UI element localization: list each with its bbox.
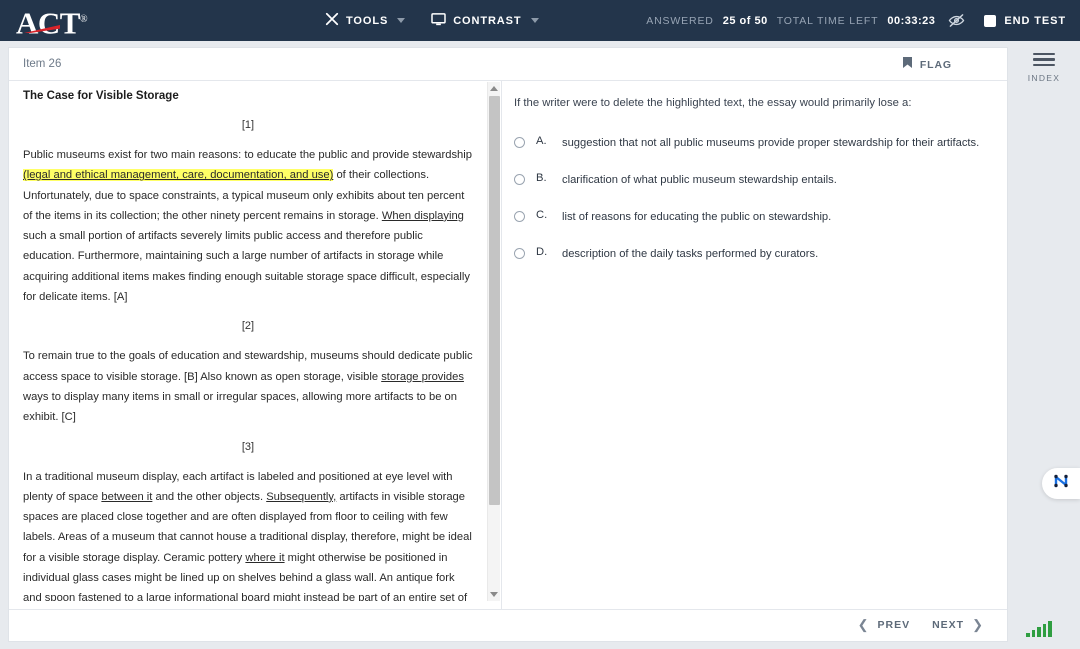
- end-test-label: END TEST: [1004, 14, 1066, 27]
- scrollbar-thumb[interactable]: [488, 96, 500, 505]
- act-test-app: ACT® TOOLS CONTRAST ANSWERED 25 of 50 TO…: [0, 0, 1080, 649]
- network-nodes-icon: [1051, 471, 1071, 496]
- text-run: ways to display many items in small or i…: [23, 390, 458, 424]
- choice-letter: B.: [535, 172, 547, 184]
- choice-text: list of reasons for educating the public…: [561, 211, 832, 223]
- answered-label: ANSWERED: [646, 14, 714, 27]
- eye-slash-icon[interactable]: [948, 13, 965, 28]
- item-bar: Item 26 FLAG: [9, 48, 1007, 81]
- question-pane: If the writer were to delete the highlig…: [502, 81, 1007, 609]
- text-run: such a small portion of artifacts severe…: [23, 230, 470, 304]
- test-content-card: Item 26 FLAG The Case for Visible Storag…: [8, 47, 1008, 642]
- scroll-up-arrow-icon[interactable]: [488, 82, 501, 95]
- underlined-text[interactable]: between it: [101, 491, 152, 503]
- paragraph-text: In a traditional museum display, each ar…: [23, 467, 473, 601]
- passage-body: The Case for Visible Storage [1] Public m…: [9, 81, 487, 601]
- monitor-icon: [431, 12, 446, 29]
- flag-label: FLAG: [919, 59, 952, 71]
- flag-button[interactable]: FLAG: [902, 56, 952, 74]
- radio-button-icon[interactable]: [513, 174, 525, 185]
- paragraph-text: Public museums exist for two main reason…: [23, 145, 473, 307]
- highlighted-text[interactable]: (legal and ethical management, care, doc…: [23, 169, 334, 182]
- chevron-down-icon: [397, 18, 406, 23]
- tools-menu-button[interactable]: TOOLS: [325, 12, 406, 29]
- logo-text: ACT: [16, 5, 80, 41]
- index-label: INDEX: [1027, 73, 1061, 84]
- paragraph-number: [1]: [241, 119, 255, 131]
- hamburger-icon: [1033, 53, 1055, 67]
- wrench-screwdriver-icon: [325, 12, 339, 29]
- network-widget-button[interactable]: [1042, 468, 1080, 499]
- bookmark-icon: [902, 56, 913, 74]
- prev-label: PREV: [877, 619, 911, 631]
- signal-bars-icon[interactable]: [1026, 621, 1052, 637]
- next-button[interactable]: NEXT ❯: [932, 617, 984, 633]
- contrast-menu-button[interactable]: CONTRAST: [431, 12, 539, 29]
- answer-choice[interactable]: A. suggestion that not all public museums…: [513, 135, 989, 151]
- content-panes: The Case for Visible Storage [1] Public m…: [9, 81, 1007, 609]
- paragraph-text: To remain true to the goals of education…: [23, 346, 473, 427]
- item-number-label: Item 26: [23, 58, 62, 70]
- answer-choice[interactable]: B. clarification of what public museum st…: [513, 172, 989, 188]
- choice-text: description of the daily tasks performed…: [561, 248, 819, 260]
- choice-letter: C.: [535, 209, 548, 221]
- radio-button-icon[interactable]: [513, 248, 525, 259]
- text-run: and the other objects.: [152, 490, 267, 503]
- choice-text: clarification of what public museum stew…: [561, 174, 837, 186]
- end-test-button[interactable]: END TEST: [984, 14, 1066, 27]
- answer-choice[interactable]: C. list of reasons for educating the publ…: [513, 209, 989, 225]
- underlined-text[interactable]: When displaying: [382, 210, 464, 222]
- chevron-right-icon: ❯: [972, 617, 984, 632]
- scroll-down-arrow-icon[interactable]: [488, 588, 501, 601]
- passage-scrollbar[interactable]: [486, 82, 501, 601]
- answered-count: 25 of 50: [722, 14, 768, 27]
- logo-registered-mark: ®: [79, 14, 88, 25]
- radio-button-icon[interactable]: [513, 211, 525, 222]
- top-header: ACT® TOOLS CONTRAST ANSWERED 25 of 50 TO…: [0, 0, 1080, 41]
- underlined-text[interactable]: where it: [245, 552, 284, 564]
- stop-square-icon: [984, 14, 997, 27]
- chevron-left-icon: ❮: [857, 617, 870, 632]
- passage-title: The Case for Visible Storage: [23, 90, 179, 102]
- passage-pane: The Case for Visible Storage [1] Public m…: [9, 81, 501, 609]
- passage-paragraphs: [1] Public museums exist for two main rea…: [23, 119, 473, 601]
- paragraph-number: [2]: [241, 320, 255, 333]
- choice-letter: A.: [535, 135, 547, 147]
- tools-label: TOOLS: [346, 14, 389, 27]
- text-run: Public museums exist for two main reason…: [23, 149, 472, 161]
- right-rail: INDEX: [1008, 41, 1080, 649]
- contrast-label: CONTRAST: [453, 14, 522, 27]
- choice-letter: D.: [535, 246, 548, 258]
- choice-text: suggestion that not all public museums p…: [561, 137, 980, 149]
- prev-button[interactable]: ❮ PREV: [858, 617, 911, 633]
- time-left-value: 00:33:23: [887, 14, 936, 27]
- next-label: NEXT: [932, 619, 965, 631]
- time-left-label: TOTAL TIME LEFT: [776, 14, 879, 27]
- index-button[interactable]: INDEX: [1008, 53, 1080, 83]
- answer-choice[interactable]: D. description of the daily tasks perform…: [513, 246, 989, 262]
- header-status: ANSWERED 25 of 50 TOTAL TIME LEFT 00:33:…: [646, 0, 1066, 41]
- radio-button-icon[interactable]: [513, 137, 525, 148]
- underlined-text[interactable]: storage provides: [381, 371, 464, 383]
- answer-choices: A. suggestion that not all public museums…: [513, 135, 989, 262]
- footer-bar: ❮ PREV NEXT ❯: [9, 609, 1007, 642]
- header-menu: TOOLS CONTRAST: [325, 0, 539, 41]
- chevron-down-icon: [530, 18, 539, 23]
- underlined-text[interactable]: Subsequently,: [266, 491, 336, 503]
- navigation-buttons: ❮ PREV NEXT ❯: [858, 617, 984, 633]
- question-prompt: If the writer were to delete the highlig…: [513, 97, 912, 109]
- act-logo: ACT®: [16, 3, 131, 41]
- paragraph-number: [3]: [241, 440, 255, 453]
